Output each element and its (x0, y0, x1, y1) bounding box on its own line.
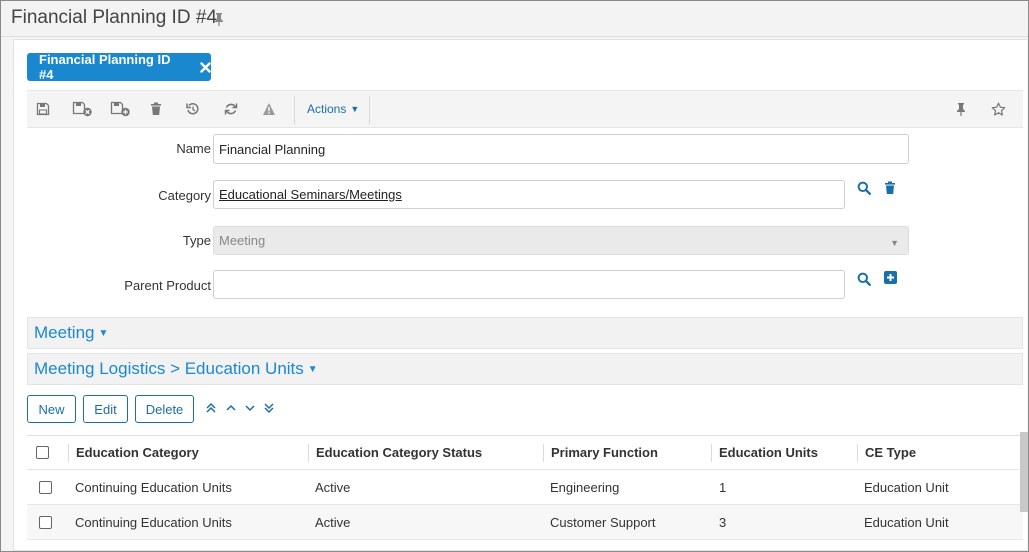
table-row[interactable]: Continuing Education Units Active Engine… (27, 470, 1023, 505)
table-cell: Education Unit (864, 479, 949, 495)
pin-icon[interactable] (213, 12, 225, 29)
name-label: Name (176, 141, 211, 156)
add-icon[interactable] (884, 271, 897, 284)
scrollbar[interactable] (1020, 432, 1028, 512)
move-up-icon[interactable] (225, 402, 237, 414)
category-label: Category (158, 188, 211, 203)
title-bar: Financial Planning ID #4 (1, 1, 1028, 37)
delete-button[interactable]: Delete (135, 395, 194, 423)
toolbar-divider (294, 96, 295, 124)
move-top-icon[interactable] (205, 402, 217, 414)
save-icon[interactable] (30, 91, 56, 127)
table-cell: Active (315, 479, 351, 495)
delete-icon[interactable] (884, 181, 896, 195)
search-icon[interactable] (857, 181, 871, 195)
chevron-down-icon: ▼ (98, 327, 109, 339)
table-cell: Education Unit (864, 514, 949, 530)
app-window: Financial Planning ID #4 Financial Plann… (0, 0, 1029, 552)
history-icon[interactable] (180, 91, 206, 127)
table-cell: Active (315, 514, 351, 530)
education-units-table: Education Category Education Category St… (27, 435, 1023, 540)
type-select: Meeting ▼ (213, 226, 909, 255)
toolbar-divider (369, 96, 370, 124)
category-field[interactable]: Educational Seminars/Meetings (213, 180, 845, 209)
record-toolbar: Actions ▼ (27, 90, 1023, 128)
select-all-checkbox[interactable] (36, 436, 49, 469)
warning-icon[interactable] (256, 91, 282, 127)
chevron-down-icon: ▼ (890, 238, 899, 248)
table-cell: Continuing Education Units (75, 479, 232, 495)
logistics-section-title: Meeting Logistics > Education Units (34, 359, 304, 378)
category-link[interactable]: Educational Seminars/Meetings (219, 187, 402, 202)
record-tab-label: Financial Planning ID #4 (39, 52, 171, 82)
chevron-down-icon: ▼ (350, 104, 360, 114)
actions-label: Actions (307, 102, 347, 116)
save-close-icon[interactable] (70, 91, 96, 127)
row-checkbox[interactable] (39, 505, 52, 539)
column-header[interactable]: Education Category (68, 436, 199, 469)
table-cell: Engineering (550, 479, 620, 495)
chevron-down-icon: ▼ (307, 363, 318, 375)
table-cell: Customer Support (550, 514, 656, 530)
table-cell: 1 (719, 479, 727, 495)
page-title: Financial Planning ID #4 (11, 7, 217, 28)
record-panel: Financial Planning ID #4 Actions ▼ Name … (13, 39, 1027, 551)
actions-menu[interactable]: Actions ▼ (307, 91, 359, 127)
table-row[interactable]: Continuing Education Units Active Custom… (27, 505, 1023, 540)
table-header-row: Education Category Education Category St… (27, 436, 1023, 470)
star-icon[interactable] (985, 91, 1011, 127)
move-bottom-icon[interactable] (263, 402, 275, 414)
delete-icon[interactable] (143, 91, 169, 127)
move-down-icon[interactable] (244, 402, 256, 414)
column-header[interactable]: Education Units (711, 436, 818, 469)
column-header[interactable]: Primary Function (543, 436, 658, 469)
search-icon[interactable] (857, 272, 871, 286)
save-new-icon[interactable] (108, 91, 134, 127)
type-value: Meeting (219, 233, 266, 248)
refresh-icon[interactable] (218, 91, 244, 127)
column-header[interactable]: CE Type (856, 436, 916, 469)
row-checkbox[interactable] (39, 470, 52, 504)
name-value: Financial Planning (219, 141, 326, 157)
parent-product-field[interactable] (213, 270, 845, 299)
name-field[interactable]: Financial Planning (213, 134, 909, 164)
meeting-section-title: Meeting (34, 323, 95, 342)
table-cell: 3 (719, 514, 727, 530)
parent-product-label: Parent Product (124, 278, 211, 293)
new-button[interactable]: New (27, 395, 76, 423)
logistics-section-header[interactable]: Meeting Logistics > Education Units ▼ (27, 353, 1023, 385)
record-tab[interactable]: Financial Planning ID #4 (27, 52, 211, 82)
table-cell: Continuing Education Units (75, 514, 232, 530)
edit-button[interactable]: Edit (83, 395, 128, 423)
column-header[interactable]: Education Category Status (307, 436, 482, 469)
meeting-section-header[interactable]: Meeting ▼ (27, 317, 1023, 349)
type-label: Type (182, 233, 211, 248)
pin-icon[interactable] (948, 91, 974, 127)
close-icon[interactable] (200, 61, 211, 73)
